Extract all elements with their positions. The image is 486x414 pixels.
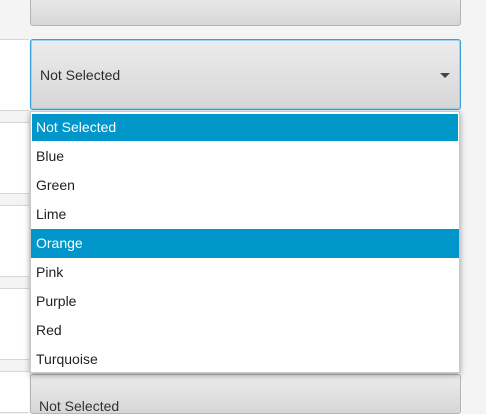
background-panel: [0, 371, 29, 413]
dropdown-option[interactable]: Purple: [31, 287, 459, 316]
dropdown-option[interactable]: Turquoise: [31, 345, 459, 374]
dropdown-option[interactable]: Not Selected: [31, 113, 459, 142]
background-panel: [0, 39, 29, 111]
dropdown-option[interactable]: Orange: [31, 229, 459, 258]
combo-box-next[interactable]: Not Selected: [30, 374, 461, 414]
background-panel: [0, 205, 29, 277]
combo-box-previous[interactable]: [30, 0, 461, 26]
dropdown-option[interactable]: Green: [31, 171, 459, 200]
color-combo-box[interactable]: Not Selected: [30, 39, 461, 110]
dropdown-option[interactable]: Blue: [31, 142, 459, 171]
combo-value: Not Selected: [40, 66, 121, 83]
background-panel: [0, 288, 29, 360]
dropdown-option[interactable]: Red: [31, 316, 459, 345]
background-panel: [0, 122, 29, 194]
dropdown-option[interactable]: Lime: [31, 200, 459, 229]
dropdown-list: Not Selected Blue Green Lime Orange Pink…: [30, 111, 460, 373]
combo-value: Not Selected: [39, 398, 120, 414]
chevron-down-icon[interactable]: [440, 72, 450, 78]
dropdown-option[interactable]: Pink: [31, 258, 459, 287]
